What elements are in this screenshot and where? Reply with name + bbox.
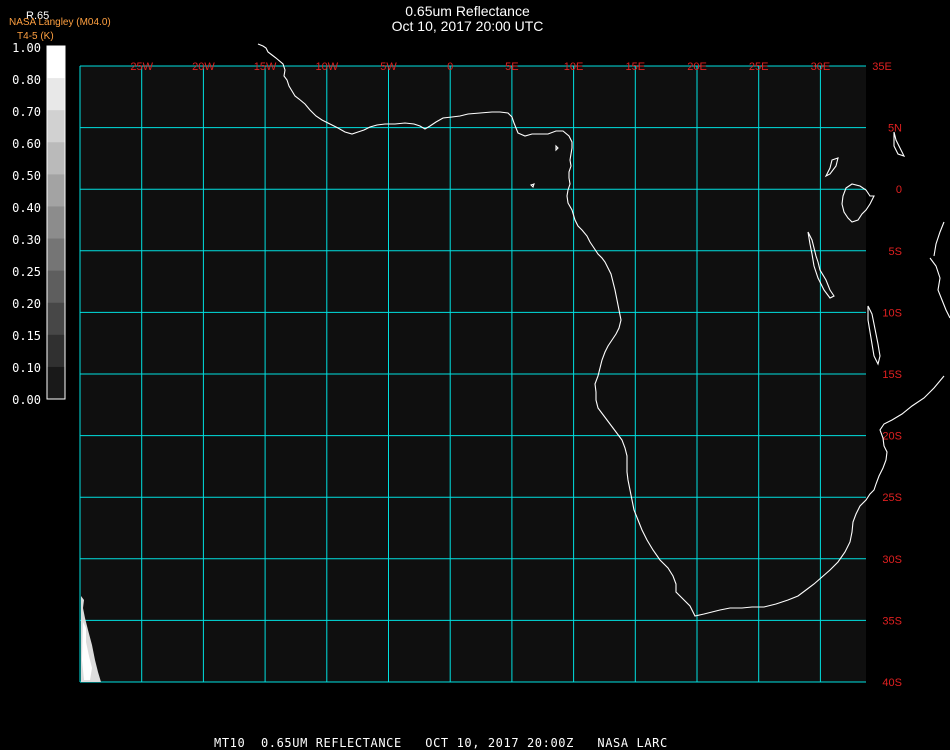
longitude-label: 15E	[626, 61, 646, 73]
latitude-label: 10S	[882, 307, 902, 319]
longitude-label: 20W	[192, 61, 215, 73]
longitude-label: 0	[447, 61, 453, 73]
colorbar-swatch	[47, 174, 65, 207]
longitude-label: 5W	[380, 61, 397, 73]
latitude-label: 30S	[882, 554, 902, 566]
longitude-label: 25W	[130, 61, 153, 73]
lake-malawi	[867, 305, 881, 366]
latitude-label: 5S	[889, 246, 902, 258]
longitude-label: 10E	[564, 61, 584, 73]
longitude-label: 10W	[315, 61, 338, 73]
latitude-label: 25S	[882, 492, 902, 504]
longitude-label: 20E	[687, 61, 707, 73]
longitude-label: 15W	[254, 61, 277, 73]
longitude-label: 25E	[749, 61, 769, 73]
ethiopia-lake	[893, 131, 906, 157]
colorbar	[46, 45, 66, 400]
latitude-label: 35S	[882, 615, 902, 627]
latitude-label: 5N	[888, 123, 902, 135]
latitude-label: 15S	[882, 369, 902, 381]
latitude-label: 40S	[882, 677, 902, 689]
colorbar-swatch	[47, 238, 65, 272]
satellite-map: 25W 20W 15W 10W 5W 0 5E 10E 15E 20E 25E 30E 35E 5N 0 5S…	[46, 43, 950, 689]
latitude-label: 20S	[882, 431, 902, 443]
footer-caption: MT10 0.65UM REFLECTANCE OCT 10, 2017 20:…	[214, 736, 668, 750]
colorbar-swatch	[47, 270, 65, 304]
madagascar-fragment	[933, 221, 945, 257]
east-africa-coast	[929, 257, 950, 319]
longitude-label: 30E	[811, 61, 831, 73]
colorbar-swatch	[47, 142, 65, 175]
colorbar-swatch	[47, 78, 65, 111]
colorbar-swatch	[47, 366, 65, 400]
latitude-label: 0	[896, 184, 902, 196]
longitude-label: 5E	[505, 61, 518, 73]
colorbar-swatch	[47, 46, 65, 79]
colorbar-swatch	[47, 334, 65, 368]
colorbar-swatch	[47, 302, 65, 336]
longitude-label: 35E	[872, 61, 892, 73]
colorbar-swatch	[47, 206, 65, 240]
colorbar-swatch	[47, 110, 65, 143]
